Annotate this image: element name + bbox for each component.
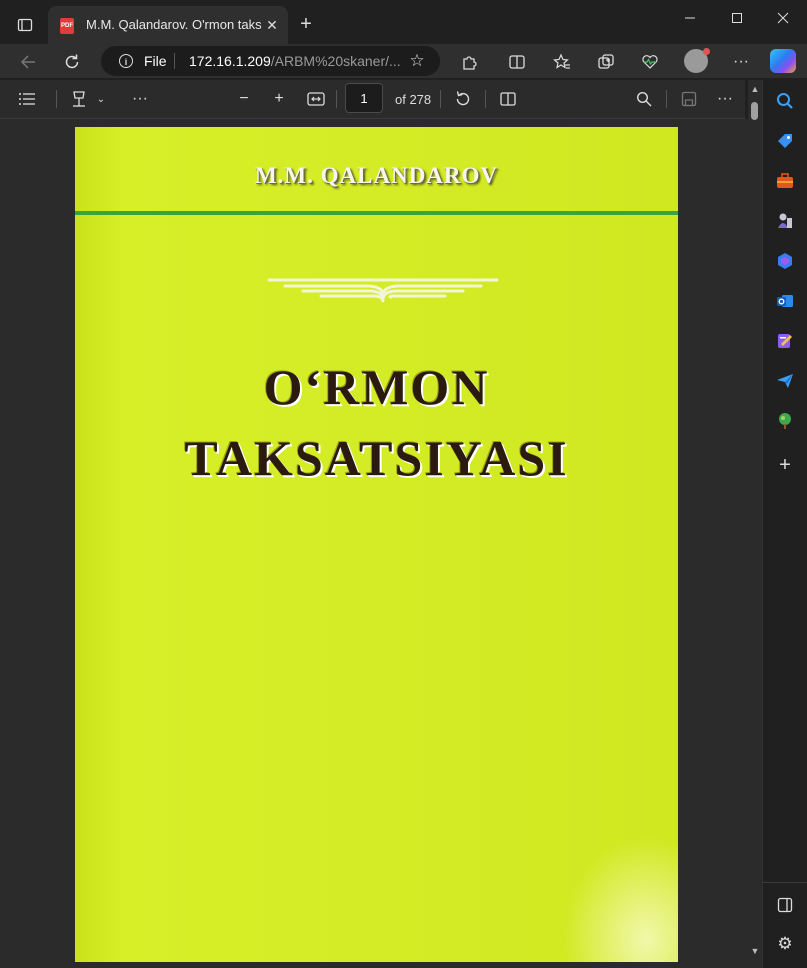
- back-arrow-icon[interactable]: [14, 48, 42, 76]
- page-number-input[interactable]: [345, 83, 383, 113]
- url-text[interactable]: 172.16.1.209/ARBM%20skaner/...: [189, 53, 404, 69]
- star-icon[interactable]: ☆: [407, 51, 427, 71]
- omnibox-divider: [174, 53, 175, 69]
- info-icon[interactable]: i: [119, 54, 133, 68]
- title-bar: PDF M.M. Qalandarov. O'rmon taksatsiyasi…: [0, 0, 807, 44]
- toolbar-separator: [440, 90, 441, 108]
- copilot-icon[interactable]: [770, 49, 796, 73]
- new-tab-button[interactable]: +: [294, 12, 318, 36]
- sidebar-tag-icon[interactable]: [773, 129, 797, 153]
- favorites-icon[interactable]: [548, 48, 576, 76]
- toolbar-separator: [56, 90, 57, 108]
- vertical-scrollbar[interactable]: ▲ ▼: [748, 80, 762, 968]
- refresh-icon[interactable]: [58, 48, 86, 76]
- puzzle-icon[interactable]: [455, 48, 483, 76]
- pdf-page: M.M. QALANDAROV O‘RMON TAKSATSIYASI: [75, 127, 678, 962]
- rotate-icon[interactable]: [450, 86, 476, 112]
- save-icon[interactable]: [676, 86, 702, 112]
- cover-rule: [75, 211, 678, 215]
- toolbar-separator: [666, 90, 667, 108]
- tab-title: M.M. Qalandarov. O'rmon taksatsiyasi.pdf: [86, 17, 262, 32]
- address-bar[interactable]: i File 172.16.1.209/ARBM%20skaner/... ☆: [101, 46, 440, 76]
- split-screen-icon[interactable]: [503, 48, 531, 76]
- book-title-line-1: O‘RMON: [263, 359, 490, 415]
- book-author: M.M. QALANDAROV: [254, 163, 499, 188]
- profile-avatar[interactable]: [684, 48, 710, 73]
- more-tools-icon[interactable]: ···: [127, 86, 153, 112]
- sidebar-search-icon[interactable]: [773, 89, 797, 113]
- sidebar-divider: [763, 882, 807, 883]
- gear-icon[interactable]: ⚙: [773, 932, 797, 956]
- sidebar-send-icon[interactable]: [773, 369, 797, 393]
- scroll-down-arrow-icon[interactable]: ▼: [748, 946, 762, 956]
- sidebar-add-icon[interactable]: +: [773, 453, 797, 477]
- book-title-line-2: TAKSATSIYASI: [184, 430, 569, 486]
- ornament-icon: [267, 278, 499, 303]
- close-window-button[interactable]: [765, 8, 801, 28]
- fit-width-icon[interactable]: [303, 86, 329, 112]
- scan-glare: [555, 827, 678, 962]
- scheme-label: File: [144, 53, 167, 69]
- scroll-up-arrow-icon[interactable]: ▲: [748, 84, 762, 94]
- toolbar-separator: [485, 90, 486, 108]
- sidebar-designer-icon[interactable]: [773, 329, 797, 353]
- sidebar-tree-icon[interactable]: [773, 409, 797, 433]
- scroll-thumb[interactable]: [751, 102, 758, 120]
- pdf-file-icon: PDF: [60, 18, 74, 34]
- tab-actions-icon[interactable]: [10, 12, 40, 38]
- tab-close-icon[interactable]: ✕: [262, 15, 282, 35]
- toolbar-separator: [336, 90, 337, 108]
- browser-tab[interactable]: PDF M.M. Qalandarov. O'rmon taksatsiyasi…: [48, 6, 288, 44]
- sidebar-outlook-icon[interactable]: [773, 289, 797, 313]
- plus-icon[interactable]: +: [266, 86, 292, 112]
- draw-icon[interactable]: [66, 86, 92, 112]
- edge-sidebar: + ⚙: [762, 80, 807, 968]
- maximize-button[interactable]: [719, 8, 755, 28]
- url-host: 172.16.1.209: [189, 53, 271, 69]
- chevron-down-icon[interactable]: ⌄: [92, 86, 110, 112]
- search-icon[interactable]: [631, 86, 657, 112]
- sidebar-tools-icon[interactable]: [773, 169, 797, 193]
- more-icon[interactable]: ···: [712, 86, 738, 112]
- url-path: /ARBM%20skaner/...: [270, 53, 401, 69]
- page-view-icon[interactable]: [495, 86, 521, 112]
- page-total-label: of 278: [395, 92, 432, 107]
- minus-icon[interactable]: −: [231, 86, 257, 112]
- more-icon[interactable]: ···: [727, 48, 755, 76]
- sidebar-panel-icon[interactable]: [773, 893, 797, 917]
- address-toolbar: i File 172.16.1.209/ARBM%20skaner/... ☆ …: [0, 44, 807, 78]
- minimize-button[interactable]: [672, 8, 708, 28]
- contents-list-icon[interactable]: [14, 86, 40, 112]
- sidebar-games-icon[interactable]: [773, 209, 797, 233]
- collections-icon[interactable]: [592, 48, 620, 76]
- pdf-toolbar: ⌄ ··· − + of 278 ···: [0, 80, 745, 119]
- sidebar-copilot-icon[interactable]: [773, 249, 797, 273]
- heartbeat-icon[interactable]: [636, 48, 664, 76]
